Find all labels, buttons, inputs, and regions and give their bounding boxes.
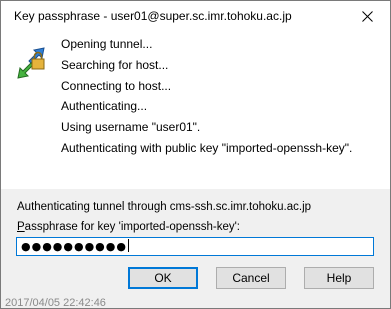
passphrase-label: Passphrase for key 'imported-openssh-key… — [17, 221, 240, 233]
log-line: Authenticating... — [61, 99, 148, 113]
text-caret — [127, 239, 129, 252]
key-passphrase-dialog: Key passphrase - user01@super.sc.imr.toh… — [0, 0, 391, 309]
log-line: Authenticating with public key "imported… — [61, 141, 353, 155]
window-title: Key passphrase - user01@super.sc.imr.toh… — [14, 9, 292, 23]
passphrase-panel: Authenticating tunnel through cms-ssh.sc… — [1, 189, 390, 291]
log-line: Connecting to host... — [61, 79, 172, 93]
passphrase-masked-value: ●●●●●●●●●● — [21, 240, 127, 253]
background-window-strip: 2017/04/05 22:42:46 — [1, 291, 390, 308]
passphrase-input[interactable]: ●●●●●●●●●● — [16, 237, 374, 256]
title-bar[interactable]: Key passphrase - user01@super.sc.imr.toh… — [1, 1, 390, 31]
cancel-button[interactable]: Cancel — [216, 267, 286, 289]
close-button[interactable] — [345, 1, 390, 31]
tunnel-status-text: Authenticating tunnel through cms-ssh.sc… — [17, 201, 312, 213]
log-line: Searching for host... — [61, 58, 169, 72]
timestamp-text: 2017/04/05 22:42:46 — [5, 297, 106, 308]
passphrase-label-accelerator: P — [17, 221, 25, 233]
close-icon — [362, 10, 373, 22]
log-line: Opening tunnel... — [61, 37, 153, 51]
log-line: Using username "user01". — [61, 120, 201, 134]
putty-key-icon — [17, 47, 45, 79]
passphrase-label-text: assphrase for key 'imported-openssh-key'… — [24, 221, 240, 233]
help-button[interactable]: Help — [304, 267, 374, 289]
ok-button[interactable]: OK — [128, 267, 198, 289]
